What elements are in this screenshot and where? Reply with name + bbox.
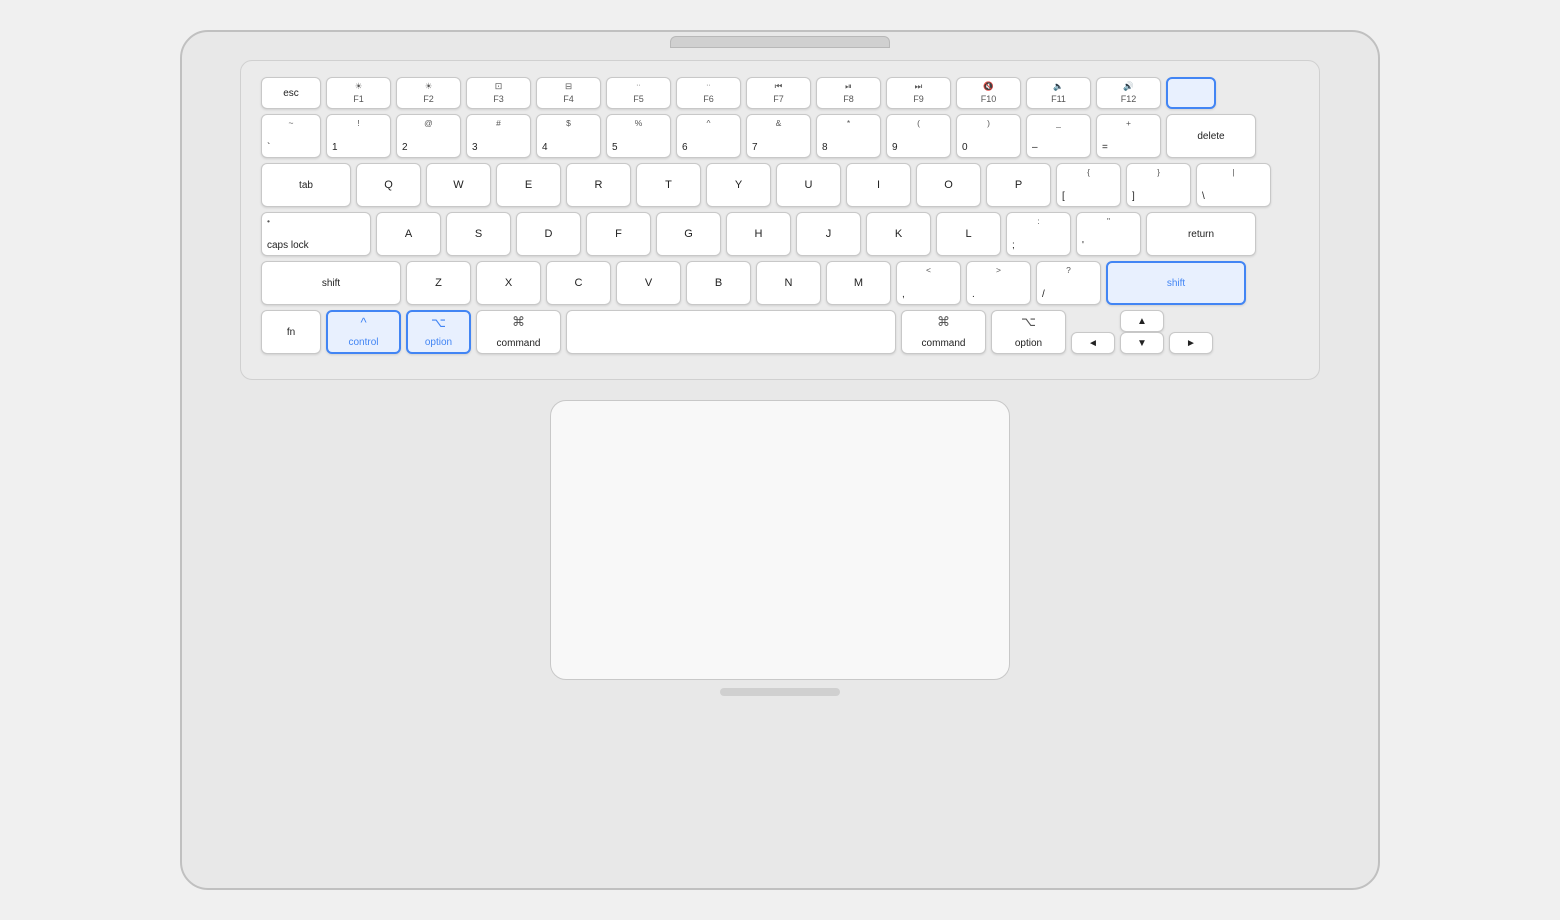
fn-key-row: esc ☀ F1 ☀ F2 ⊡ F3 ⊟ F4 ·· F5 (261, 77, 1299, 109)
key-r[interactable]: R (566, 163, 631, 207)
key-rbracket[interactable]: } ] (1126, 163, 1191, 207)
key-option-right[interactable]: ⌥ option (991, 310, 1066, 354)
key-arrow-left[interactable]: ◄ (1071, 332, 1115, 354)
touchpad[interactable] (550, 400, 1010, 680)
key-comma[interactable]: < , (896, 261, 961, 305)
key-k[interactable]: K (866, 212, 931, 256)
key-f5[interactable]: ·· F5 (606, 77, 671, 109)
key-o[interactable]: O (916, 163, 981, 207)
key-backslash[interactable]: | \ (1196, 163, 1271, 207)
key-lbracket[interactable]: { [ (1056, 163, 1121, 207)
key-fn[interactable]: fn (261, 310, 321, 354)
key-4[interactable]: $ 4 (536, 114, 601, 158)
key-q[interactable]: Q (356, 163, 421, 207)
key-0[interactable]: ) 0 (956, 114, 1021, 158)
key-d[interactable]: D (516, 212, 581, 256)
key-shift-left[interactable]: shift (261, 261, 401, 305)
keyboard-area: esc ☀ F1 ☀ F2 ⊡ F3 ⊟ F4 ·· F5 (240, 60, 1320, 380)
key-f9[interactable]: ⏭ F9 (886, 77, 951, 109)
key-minus[interactable]: _ – (1026, 114, 1091, 158)
key-u[interactable]: U (776, 163, 841, 207)
key-arrow-down[interactable]: ▼ (1120, 332, 1164, 354)
key-return[interactable]: return (1146, 212, 1256, 256)
key-command-left[interactable]: ⌘ command (476, 310, 561, 354)
key-y[interactable]: Y (706, 163, 771, 207)
key-e[interactable]: E (496, 163, 561, 207)
key-v[interactable]: V (616, 261, 681, 305)
number-key-row: ~ ` ! 1 @ 2 # 3 $ 4 % 5 (261, 114, 1299, 158)
key-quote[interactable]: " ' (1076, 212, 1141, 256)
key-f10[interactable]: 🔇 F10 (956, 77, 1021, 109)
key-option-left[interactable]: ⌥ option (406, 310, 471, 354)
key-x[interactable]: X (476, 261, 541, 305)
key-j[interactable]: J (796, 212, 861, 256)
caps-key-row: • caps lock A S D F G H J K L : ; " ' re… (261, 212, 1299, 256)
key-power[interactable] (1166, 77, 1216, 109)
tab-key-row: tab Q W E R T Y U I O P { [ } ] | \ (261, 163, 1299, 207)
key-f4[interactable]: ⊟ F4 (536, 77, 601, 109)
key-6[interactable]: ^ 6 (676, 114, 741, 158)
key-7[interactable]: & 7 (746, 114, 811, 158)
key-equals[interactable]: + = (1096, 114, 1161, 158)
key-tab[interactable]: tab (261, 163, 351, 207)
key-s[interactable]: S (446, 212, 511, 256)
arrow-cluster: ▲ ◄ ▼ ► (1071, 310, 1213, 354)
key-n[interactable]: N (756, 261, 821, 305)
key-a[interactable]: A (376, 212, 441, 256)
key-slash[interactable]: ? / (1036, 261, 1101, 305)
key-f8[interactable]: ⏯ F8 (816, 77, 881, 109)
key-f11[interactable]: 🔈 F11 (1026, 77, 1091, 109)
arrow-bottom-row: ◄ ▼ ► (1071, 332, 1213, 354)
key-c[interactable]: C (546, 261, 611, 305)
key-i[interactable]: I (846, 163, 911, 207)
key-z[interactable]: Z (406, 261, 471, 305)
key-3[interactable]: # 3 (466, 114, 531, 158)
laptop-body: esc ☀ F1 ☀ F2 ⊡ F3 ⊟ F4 ·· F5 (180, 30, 1380, 890)
key-command-right[interactable]: ⌘ command (901, 310, 986, 354)
key-arrow-up[interactable]: ▲ (1120, 310, 1164, 332)
key-p[interactable]: P (986, 163, 1051, 207)
key-f3[interactable]: ⊡ F3 (466, 77, 531, 109)
key-9[interactable]: ( 9 (886, 114, 951, 158)
key-tilde[interactable]: ~ ` (261, 114, 321, 158)
key-f7[interactable]: ⏮ F7 (746, 77, 811, 109)
key-h[interactable]: H (726, 212, 791, 256)
key-l[interactable]: L (936, 212, 1001, 256)
key-1[interactable]: ! 1 (326, 114, 391, 158)
shift-key-row: shift Z X C V B N M < , > . ? / shift (261, 261, 1299, 305)
key-b[interactable]: B (686, 261, 751, 305)
laptop-hinge (670, 36, 890, 48)
key-f2[interactable]: ☀ F2 (396, 77, 461, 109)
bottom-key-row: fn ^ control ⌥ option ⌘ command ⌘ comman… (261, 310, 1299, 354)
key-f6[interactable]: ·· F6 (676, 77, 741, 109)
key-esc[interactable]: esc (261, 77, 321, 109)
laptop-bottom-bar (720, 688, 840, 696)
key-capslock[interactable]: • caps lock (261, 212, 371, 256)
key-period[interactable]: > . (966, 261, 1031, 305)
key-f[interactable]: F (586, 212, 651, 256)
key-w[interactable]: W (426, 163, 491, 207)
key-shift-right[interactable]: shift (1106, 261, 1246, 305)
key-t[interactable]: T (636, 163, 701, 207)
key-m[interactable]: M (826, 261, 891, 305)
key-g[interactable]: G (656, 212, 721, 256)
key-control[interactable]: ^ control (326, 310, 401, 354)
key-5[interactable]: % 5 (606, 114, 671, 158)
key-f12[interactable]: 🔊 F12 (1096, 77, 1161, 109)
key-f1[interactable]: ☀ F1 (326, 77, 391, 109)
key-delete[interactable]: delete (1166, 114, 1256, 158)
key-8[interactable]: * 8 (816, 114, 881, 158)
arrow-up-row: ▲ (1071, 310, 1213, 332)
key-2[interactable]: @ 2 (396, 114, 461, 158)
key-arrow-right[interactable]: ► (1169, 332, 1213, 354)
key-semicolon[interactable]: : ; (1006, 212, 1071, 256)
key-space[interactable] (566, 310, 896, 354)
